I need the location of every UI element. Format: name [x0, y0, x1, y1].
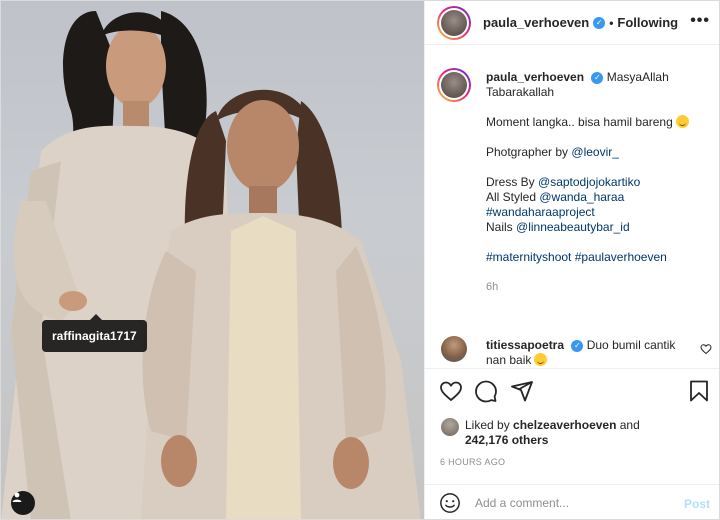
mention-leovir[interactable]: @leovir_	[571, 145, 619, 159]
likes-prefix: Liked by	[465, 418, 514, 432]
caption-line-styled: All Styled @wanda_haraa	[486, 190, 711, 205]
caption-avatar-image	[441, 72, 467, 98]
grinning-sweat-emoji-icon	[675, 115, 689, 128]
mention-linneabeautybar[interactable]: @linneabeautybar_id	[516, 220, 630, 234]
header-separator: •	[609, 15, 614, 30]
caption-gap	[486, 160, 711, 175]
likes-row: Liked by chelzeaverhoeven and 242,176 ot…	[437, 414, 717, 450]
person-icon-glyph	[12, 492, 22, 502]
caption-verified-badge-icon: ✓	[591, 71, 604, 84]
mention-saptodjojokartiko[interactable]: @saptodjojokartiko	[538, 175, 640, 189]
caption-username[interactable]: paula_verhoeven	[486, 70, 584, 84]
instagram-post-modal: raffinagita1717 paula_verhoeven ✓ • Foll…	[0, 0, 720, 520]
heart-icon[interactable]	[439, 379, 463, 403]
hashtag-maternityshoot[interactable]: #maternityshoot	[486, 250, 571, 264]
caption-gap	[486, 265, 711, 280]
comments-section: paula_verhoeven ✓ MasyaAllah Tabarakalla…	[425, 46, 719, 368]
caption-dress-label: Dress By	[486, 175, 539, 189]
likes-and: and	[616, 418, 640, 432]
bookmark-icon[interactable]	[687, 379, 711, 403]
post-photo[interactable]: raffinagita1717	[1, 1, 424, 519]
smiley-icon[interactable]	[439, 492, 461, 514]
caption-nails-label: Nails	[486, 220, 517, 234]
more-options-icon[interactable]: •••	[690, 12, 710, 30]
caption-photographer-label: Photgrapher by	[486, 145, 572, 159]
person-icon[interactable]	[11, 491, 35, 515]
photo-user-tag[interactable]: raffinagita1717	[42, 314, 147, 352]
caption-line-1: paula_verhoeven ✓ MasyaAllah Tabarakalla…	[486, 70, 711, 100]
hashtag-wandaharaaproject[interactable]: #wandaharaaproject	[486, 205, 711, 220]
comment-icon[interactable]	[474, 379, 498, 403]
caption-line-moment: Moment langka.. bisa hamil bareng	[486, 115, 711, 130]
photo-illustration	[1, 11, 421, 519]
share-icon[interactable]	[510, 379, 534, 403]
caption-gap	[486, 130, 711, 145]
caption-line-hashtags: #maternityshoot #paulaverhoeven	[486, 250, 711, 265]
caption-line-nails: Nails @linneabeautybar_id	[486, 220, 711, 235]
post-comment-button[interactable]: Post	[684, 497, 710, 511]
caption-avatar-inner	[439, 70, 469, 100]
liker-avatar[interactable]	[441, 418, 459, 436]
caption-line-dress: Dress By @saptodjojokartiko	[486, 175, 711, 190]
commenter-username[interactable]: titiessapoetra	[486, 338, 564, 352]
hashtag-paulaverhoeven[interactable]: #paulaverhoeven	[575, 250, 667, 264]
commenter-avatar[interactable]	[441, 336, 467, 362]
mention-wanda-haraa[interactable]: @wanda_haraa	[539, 190, 624, 204]
header-avatar-inner	[439, 7, 469, 38]
heart-eyes-emoji-icon	[534, 353, 548, 366]
header-avatar[interactable]	[437, 5, 471, 40]
caption-moment-text: Moment langka.. bisa hamil bareng	[486, 115, 673, 129]
action-bar	[425, 368, 719, 414]
liker-username[interactable]: chelzeaverhoeven	[513, 418, 616, 432]
comment-input[interactable]	[475, 496, 665, 510]
header-avatar-image	[441, 9, 467, 36]
caption-styled-label: All Styled	[486, 190, 540, 204]
caption-text: paula_verhoeven ✓ MasyaAllah Tabarakalla…	[486, 70, 711, 295]
header-username[interactable]: paula_verhoeven	[483, 15, 589, 30]
commenter-verified-badge-icon: ✓	[571, 339, 584, 352]
post-side-panel: paula_verhoeven ✓ • Following ••• paula_…	[424, 1, 719, 519]
caption-gap	[486, 100, 711, 115]
caption-gap	[486, 235, 711, 250]
photo-user-tag-label: raffinagita1717	[52, 329, 137, 343]
verified-badge-icon: ✓	[593, 16, 606, 29]
following-button[interactable]: Following	[617, 15, 678, 30]
comment-composer: Post	[425, 484, 719, 519]
post-header: paula_verhoeven ✓ • Following •••	[425, 1, 719, 45]
caption-avatar[interactable]	[437, 68, 471, 102]
comment-like-heart-icon[interactable]	[700, 343, 712, 355]
comment-text: titiessapoetra ✓ Duo bumil cantik nan ba…	[486, 338, 691, 368]
likes-count[interactable]: 242,176 others	[465, 433, 548, 447]
post-date[interactable]: 6 HOURS AGO	[440, 457, 505, 467]
caption-avatar-ring	[437, 68, 471, 102]
caption-line-photographer: Photgrapher by @leovir_	[486, 145, 711, 160]
caption-timestamp[interactable]: 6h	[486, 280, 711, 295]
likes-text: Liked by chelzeaverhoeven and 242,176 ot…	[465, 418, 640, 448]
